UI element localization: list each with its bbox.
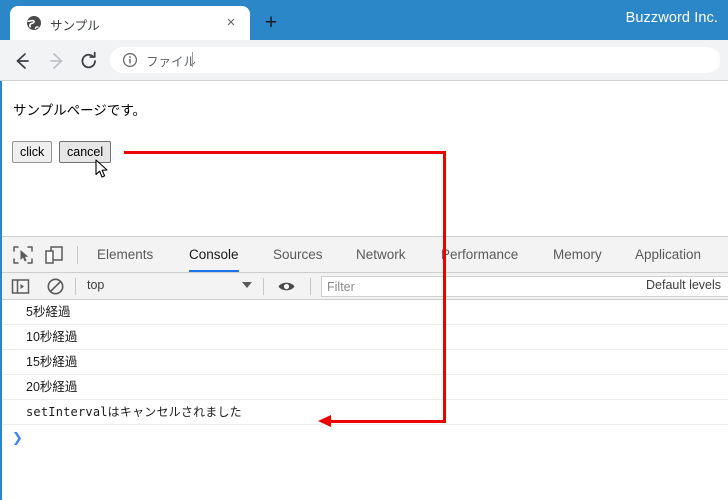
back-icon[interactable] xyxy=(9,48,35,74)
chevron-down-icon[interactable] xyxy=(242,282,252,288)
live-expression-eye-icon[interactable] xyxy=(277,277,296,296)
toolbar-divider xyxy=(263,278,264,295)
browser-tab[interactable]: サンプル × xyxy=(10,6,250,40)
new-tab-button[interactable]: + xyxy=(258,10,284,36)
tab-title: サンプル xyxy=(50,19,100,33)
inspect-element-icon[interactable] xyxy=(12,245,34,265)
console-message: 5秒経過 xyxy=(1,300,728,325)
browser-toolbar: ファイル xyxy=(0,40,728,81)
device-toolbar-icon[interactable] xyxy=(43,245,65,265)
annotation-line-bottom xyxy=(330,420,446,423)
address-scheme-label: ファイル xyxy=(146,55,197,69)
forward-icon[interactable] xyxy=(44,48,70,74)
browser-window: サンプル × + Buzzword Inc. ファイル サンプルページです。 c… xyxy=(0,0,728,500)
console-sidebar-icon[interactable] xyxy=(11,277,30,296)
tab-elements[interactable]: Elements xyxy=(97,237,153,272)
clear-console-icon[interactable] xyxy=(46,277,65,296)
page-viewport: サンプルページです。 click cancel xyxy=(1,81,728,235)
cancel-button[interactable]: cancel xyxy=(59,141,112,163)
address-separator xyxy=(192,52,193,67)
annotation-arrowhead-icon xyxy=(318,415,331,427)
devtools-tab-bar: Elements Console Sources Network Perform… xyxy=(1,237,728,273)
console-prompt[interactable]: ❯ xyxy=(1,425,728,451)
console-message-list[interactable]: 5秒経過 10秒経過 15秒経過 20秒経過 setIntervalはキャンセル… xyxy=(1,300,728,500)
browser-title-bar: サンプル × + Buzzword Inc. xyxy=(0,0,728,40)
tab-performance[interactable]: Performance xyxy=(441,237,518,272)
tab-network[interactable]: Network xyxy=(356,237,406,272)
toolbar-divider xyxy=(75,278,76,295)
devtools-panel: Elements Console Sources Network Perform… xyxy=(1,236,728,500)
console-context-selector[interactable]: top xyxy=(87,278,104,292)
tab-console[interactable]: Console xyxy=(189,237,239,272)
click-button[interactable]: click xyxy=(12,141,53,163)
window-frame-left-edge xyxy=(0,81,2,500)
close-icon[interactable]: × xyxy=(222,14,240,32)
console-message: 10秒経過 xyxy=(1,325,728,350)
page-heading: サンプルページです。 xyxy=(13,103,146,118)
console-message: 15秒経過 xyxy=(1,350,728,375)
toolbar-divider xyxy=(77,246,78,264)
tab-sources[interactable]: Sources xyxy=(273,237,323,272)
prompt-caret-icon: ❯ xyxy=(12,430,23,445)
toolbar-divider xyxy=(310,278,311,295)
annotation-line-top xyxy=(124,151,446,154)
info-circle-icon[interactable] xyxy=(122,52,138,68)
log-levels-selector[interactable]: Default levels xyxy=(646,278,721,292)
console-message: 20秒経過 xyxy=(1,375,728,400)
globe-icon xyxy=(26,15,42,31)
annotation-line-vertical xyxy=(443,151,446,422)
tab-application[interactable]: Application xyxy=(635,237,701,272)
tab-memory[interactable]: Memory xyxy=(553,237,602,272)
reload-icon[interactable] xyxy=(76,48,102,74)
brand-label: Buzzword Inc. xyxy=(625,10,718,26)
address-bar[interactable]: ファイル xyxy=(110,47,720,73)
console-toolbar: top Default levels xyxy=(1,273,728,300)
